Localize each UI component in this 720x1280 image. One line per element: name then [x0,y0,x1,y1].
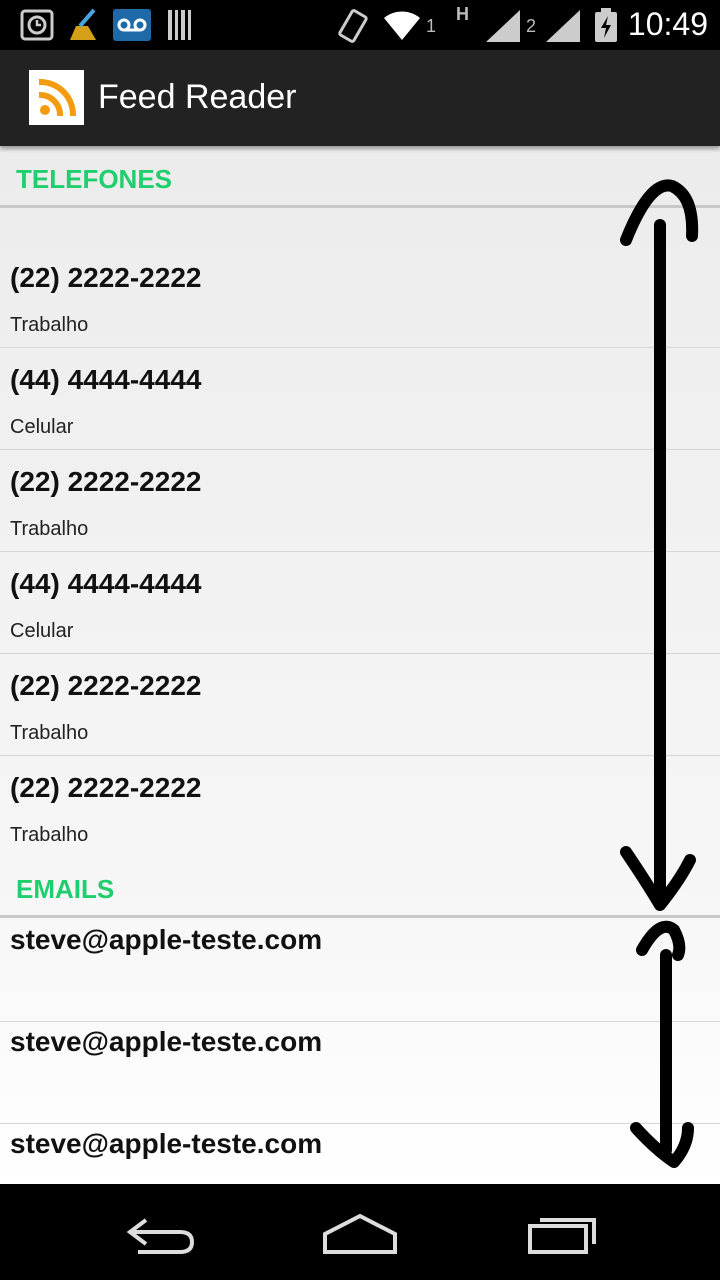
phone-number: (44) 4444-4444 [10,364,202,395]
email-address: steve@apple-teste.com [10,924,323,955]
wifi-icon [384,11,420,40]
rotate-icon [338,9,368,43]
phone-number: (22) 2222-2222 [10,466,202,497]
alarm-icon [20,9,54,41]
section-title: TELEFONES [16,164,173,194]
network-type-label: H [456,4,469,24]
phone-number: (22) 2222-2222 [10,670,202,701]
contact-list[interactable]: TELEFONES (22) 2222-2222 Trabalho (44) 4… [0,146,720,1184]
email-address: steve@apple-teste.com [10,1026,323,1057]
phone-type: Trabalho [10,314,89,336]
battery-charging-icon [595,8,617,42]
phone-type: Celular [10,416,74,438]
home-icon[interactable] [315,1202,405,1262]
email-row[interactable]: steve@apple-teste.com [0,920,720,1022]
phone-row[interactable]: (44) 4444-4444 Celular [0,552,720,654]
phone-number: (44) 4444-4444 [10,568,202,599]
email-row[interactable]: steve@apple-teste.com [0,1022,720,1124]
signal-icon [546,10,580,42]
section-header-emails: EMAILS [0,856,720,918]
email-address: steve@apple-teste.com [10,1128,323,1159]
status-bar: 1 H 2 10:49 [0,0,720,50]
action-bar: Feed Reader [0,50,720,146]
signal-1-label: 1 [426,16,437,36]
barcode-icon [168,10,191,40]
phone-type: Trabalho [10,824,89,846]
signal-2-label: 2 [526,16,537,36]
phone-row[interactable]: (44) 4444-4444 Celular [0,348,720,450]
phone-row[interactable]: (22) 2222-2222 Trabalho [0,246,720,348]
back-icon[interactable] [116,1202,206,1262]
phone-type: Trabalho [10,722,89,744]
voicemail-icon [113,9,151,41]
signal-icon [486,10,520,42]
recent-apps-icon[interactable] [518,1202,608,1262]
app-title: Feed Reader [98,78,297,116]
phone-number: (22) 2222-2222 [10,262,202,293]
clock: 10:49 [627,6,708,42]
section-header-phones: TELEFONES [0,146,720,208]
phone-row[interactable]: (22) 2222-2222 Trabalho [0,450,720,552]
email-row[interactable]: steve@apple-teste.com [0,1124,720,1184]
phone-row[interactable]: (22) 2222-2222 Trabalho [0,756,720,858]
cleaner-icon [70,8,96,40]
rss-feed-icon[interactable] [29,70,84,125]
phone-row[interactable]: (22) 2222-2222 Trabalho [0,654,720,756]
phone-type: Trabalho [10,518,89,540]
phone-number: (22) 2222-2222 [10,772,202,803]
section-title: EMAILS [16,874,115,904]
navigation-bar [0,1184,720,1280]
phone-type: Celular [10,620,74,642]
